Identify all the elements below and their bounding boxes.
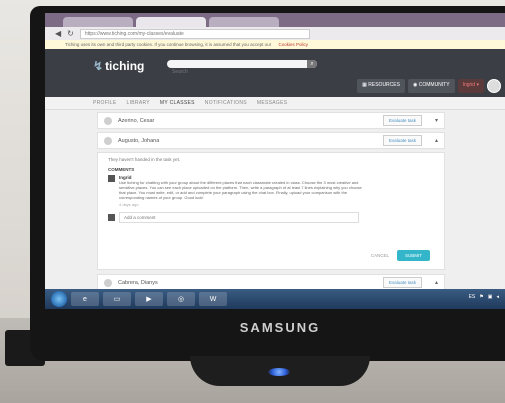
cookie-notice-text: Tiching uses its own and third party coo… <box>65 42 272 47</box>
monitor-brand-logo: SAMSUNG <box>239 320 321 335</box>
comment-input[interactable] <box>119 212 359 223</box>
power-led <box>268 368 290 376</box>
chat-icon: ◉ <box>412 82 418 88</box>
user-name: Ingrid <box>462 82 476 88</box>
avatar[interactable] <box>487 79 501 93</box>
tab-messages[interactable]: MESSAGES <box>257 100 287 106</box>
evaluate-task-button[interactable]: Evaluate task <box>382 277 422 288</box>
chevron-down-icon: ▾ <box>476 82 479 88</box>
url-field[interactable]: https://www.tiching.com/my-classes/evalu… <box>79 28 310 39</box>
task-status-note: They haven't handed in the task yet. <box>108 157 181 162</box>
language-indicator[interactable]: ES <box>469 294 476 300</box>
search-input[interactable] <box>172 68 292 76</box>
flag-icon[interactable]: ⚑ <box>479 294 483 300</box>
new-comment <box>108 212 434 223</box>
user-icon <box>108 214 115 221</box>
grid-icon: ▦ <box>362 82 367 88</box>
student-row[interactable]: Augusto, Johana Evaluate task ▴ <box>97 132 445 149</box>
word-icon[interactable]: W <box>199 292 227 306</box>
folder-icon[interactable]: ▭ <box>103 292 131 306</box>
chevron-down-icon[interactable]: ▾ <box>435 117 438 124</box>
student-avatar <box>104 278 112 287</box>
student-list: Azerino, Cesar Evaluate task ▾ Augusto, … <box>45 110 505 309</box>
browser-tab-bar <box>45 13 505 27</box>
community-button[interactable]: ◉ COMMUNITY <box>407 79 455 93</box>
header-nav: ▦ RESOURCES ◉ COMMUNITY Ingrid ▾ <box>357 79 501 93</box>
comment-date: 4 days ago <box>119 202 139 207</box>
cookie-policy-link[interactable]: Cookies Policy <box>278 42 308 47</box>
resources-button[interactable]: ▦ RESOURCES <box>357 79 405 93</box>
address-bar: ◀ ↻ https://www.tiching.com/my-classes/e… <box>45 27 505 40</box>
chrome-icon[interactable]: ◎ <box>167 292 195 306</box>
student-avatar <box>104 136 112 145</box>
sub-navigation: PROFILE LIBRARY MY CLASSES NOTIFICATIONS… <box>45 97 505 110</box>
tab-notifications[interactable]: NOTIFICATIONS <box>205 100 247 106</box>
evaluate-task-button[interactable]: Evaluate task <box>382 135 422 146</box>
browser-tab[interactable] <box>209 17 279 27</box>
ie-icon[interactable]: e <box>71 292 99 306</box>
student-name: Cabrera, Dianys <box>118 279 158 286</box>
browser-tab[interactable] <box>63 17 133 27</box>
logo-icon: ↯ <box>93 59 104 73</box>
student-row[interactable]: Azerino, Cesar Evaluate task ▾ <box>97 112 445 129</box>
submit-button[interactable]: SUBMIT <box>396 250 430 261</box>
cancel-button[interactable]: CANCEL <box>371 253 389 258</box>
student-name: Azerino, Cesar <box>118 117 155 124</box>
tab-my-classes[interactable]: MY CLASSES <box>160 100 195 106</box>
tab-profile[interactable]: PROFILE <box>93 100 117 106</box>
tab-library[interactable]: LIBRARY <box>127 100 150 106</box>
search-icon[interactable]: ⌕ <box>307 60 317 68</box>
media-player-icon[interactable]: ▶ <box>135 292 163 306</box>
back-icon[interactable]: ◀ <box>55 29 61 38</box>
browser-tab-active[interactable] <box>136 17 206 27</box>
logo-text: tiching <box>105 59 145 73</box>
user-menu-button[interactable]: Ingrid ▾ <box>457 79 484 93</box>
chevron-up-icon[interactable]: ▴ <box>435 279 438 286</box>
comment-author-icon <box>108 175 115 182</box>
reload-icon[interactable]: ↻ <box>67 29 74 38</box>
evaluate-task-button[interactable]: Evaluate task <box>382 115 422 126</box>
search-box: ⌕ <box>167 60 317 76</box>
student-avatar <box>104 116 112 125</box>
detail-actions: CANCEL SUBMIT <box>371 250 430 261</box>
comments-heading: COMMENTS <box>108 167 135 172</box>
network-icon[interactable]: ▣ <box>488 294 493 300</box>
cookie-notice: Tiching uses its own and third party coo… <box>45 40 505 49</box>
student-name: Augusto, Johana <box>118 137 160 144</box>
student-detail-panel: They haven't handed in the task yet. COM… <box>97 152 445 270</box>
comment-text: Use tiching for chatting with your group… <box>119 180 362 200</box>
tiching-logo[interactable]: ↯ tiching <box>93 59 144 73</box>
community-label: COMMUNITY <box>418 82 450 88</box>
comment: Ingrid Use tiching for chatting with you… <box>108 175 434 207</box>
windows-taskbar: e ▭ ▶ ◎ W ES ⚑ ▣ ◂ <box>45 289 505 309</box>
monitor-screen: ◀ ↻ https://www.tiching.com/my-classes/e… <box>45 13 505 309</box>
site-header: ↯tiching ⌕ ▦ RESOURCES ◉ COMMUNITY Ingri… <box>45 49 505 97</box>
resources-label: RESOURCES <box>368 82 400 88</box>
system-tray: ES ⚑ ▣ ◂ <box>469 294 499 300</box>
start-button[interactable] <box>51 291 67 307</box>
volume-icon[interactable]: ◂ <box>496 294 499 300</box>
chevron-up-icon[interactable]: ▴ <box>435 137 438 144</box>
